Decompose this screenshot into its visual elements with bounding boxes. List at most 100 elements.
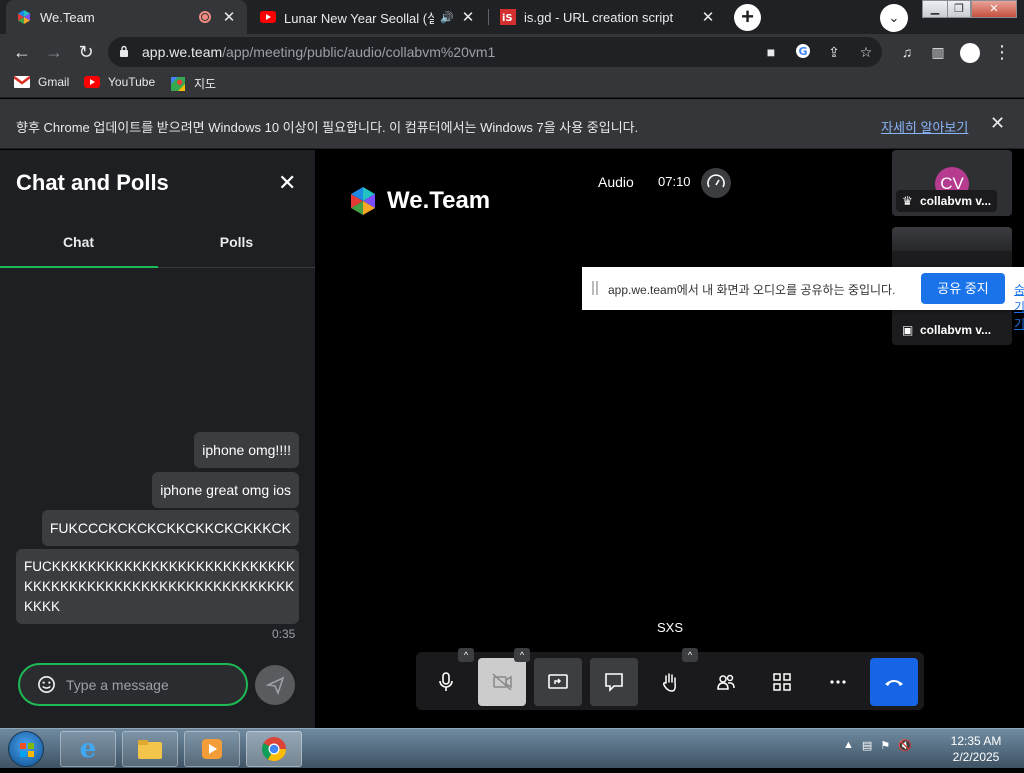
svg-text:G: G: [799, 45, 808, 58]
brand-name: We.Team: [387, 187, 491, 214]
tab-title: We.Team: [40, 9, 95, 25]
windows-taskbar: e ▲ ▤ ⚑ 🔇 12:35 AM 2/2/2025: [0, 728, 1024, 768]
bookmark-maps[interactable]: 지도: [170, 75, 216, 92]
camera-off-icon: [492, 673, 512, 691]
bookmark-label: YouTube: [108, 75, 156, 89]
close-tab-icon[interactable]: ✕: [460, 8, 476, 26]
meeting-timer: 07:10: [658, 174, 691, 189]
start-button[interactable]: [8, 731, 44, 767]
bookmark-star-icon[interactable]: ☆: [857, 43, 875, 61]
participants-button[interactable]: [702, 658, 750, 706]
weteam-logo-icon: [351, 187, 375, 215]
close-chat-icon[interactable]: ✕: [278, 170, 296, 196]
media-control-icon[interactable]: ♫: [893, 38, 921, 66]
share-screen-button[interactable]: [534, 658, 582, 706]
tab-weteam[interactable]: We.Team ✕: [6, 0, 247, 34]
microphone-icon: [439, 672, 453, 691]
grid-layout-icon: [773, 673, 791, 691]
volume-muted-icon[interactable]: 🔇: [898, 739, 912, 752]
address-bar[interactable]: app.we.team/app/meeting/public/audio/col…: [108, 37, 882, 67]
camera-options-chevron-icon[interactable]: ^: [514, 648, 530, 662]
chat-toggle-button[interactable]: [590, 658, 638, 706]
system-tray: ▲ ▤ ⚑ 🔇: [843, 739, 912, 752]
gmail-icon: [14, 76, 30, 88]
tab-search-button[interactable]: ⌄: [880, 4, 908, 32]
camera-button[interactable]: [478, 658, 526, 706]
drag-handle-icon[interactable]: [592, 281, 598, 295]
more-horizontal-icon: [830, 680, 846, 684]
screen-share-notification: app.we.team에서 내 화면과 오디오를 공유하는 중입니다. 공유 중…: [582, 267, 1024, 331]
emoji-icon[interactable]: [37, 675, 56, 694]
google-lens-icon[interactable]: G: [794, 43, 812, 61]
hide-link[interactable]: 숨기기: [1014, 281, 1024, 332]
url-path: /app/meeting/public/audio/collabvm%20vm1: [222, 44, 496, 60]
chat-panel: Chat and Polls ✕ Chat Polls iphone omg!!…: [0, 150, 315, 728]
reload-button[interactable]: ↻: [72, 38, 100, 66]
tab-lunar-new-year[interactable]: Lunar New Year Seollal (설날 🔊 ✕: [250, 0, 486, 34]
menu-kebab-icon[interactable]: ⋮: [988, 38, 1016, 66]
tab-separator: [488, 9, 489, 25]
screen-share-icon: ▣: [902, 323, 914, 337]
system-clock[interactable]: 12:35 AM 2/2/2025: [948, 733, 1004, 765]
message-composer: [18, 663, 248, 706]
internet-explorer-taskbar-button[interactable]: e: [60, 731, 116, 767]
stop-sharing-button[interactable]: 공유 중지: [921, 273, 1005, 304]
minimize-button[interactable]: ▁: [922, 0, 948, 18]
new-tab-button[interactable]: +: [734, 4, 761, 31]
close-tab-icon[interactable]: ✕: [221, 8, 237, 26]
svg-text:iS: iS: [502, 13, 513, 24]
explorer-taskbar-button[interactable]: [122, 731, 178, 767]
chrome-taskbar-button[interactable]: [246, 731, 302, 767]
chat-message-line: FUCKKKKKKKKKKKKKKKKKKKKKKKKKKK: [24, 559, 295, 574]
browser-toolbar: ← → ↻ app.we.team/app/meeting/public/aud…: [0, 34, 1024, 70]
clock-time: 12:35 AM: [950, 734, 1002, 748]
send-icon: [265, 676, 285, 696]
reactions-chevron-icon[interactable]: ^: [682, 648, 698, 662]
tab-title: Lunar New Year Seollal (설날: [284, 10, 435, 26]
share-screen-icon: [548, 674, 568, 689]
tray-expand-icon[interactable]: ▲: [843, 739, 854, 752]
bookmark-label: 지도: [194, 77, 217, 91]
mic-button[interactable]: [422, 658, 470, 706]
lock-icon: [120, 45, 128, 57]
media-player-taskbar-button[interactable]: [184, 731, 240, 767]
side-panel-icon[interactable]: ▥: [924, 38, 952, 66]
tab-isgd[interactable]: iS is.gd - URL creation script ✕: [490, 0, 726, 34]
more-options-button[interactable]: [814, 658, 862, 706]
chat-message-line: KKKK: [24, 599, 61, 614]
meeting-controls: ^ ^ ^: [416, 648, 924, 710]
learn-more-link[interactable]: 자세히 알아보기: [881, 117, 968, 136]
meeting-mode: Audio: [598, 174, 634, 190]
forward-button[interactable]: →: [40, 38, 68, 66]
share-icon[interactable]: ⇪: [825, 43, 843, 61]
back-button[interactable]: ←: [8, 38, 36, 66]
tab-polls[interactable]: Polls: [158, 234, 315, 250]
layout-button[interactable]: [758, 658, 806, 706]
bookmark-youtube[interactable]: YouTube: [84, 75, 155, 89]
camera-blocked-icon[interactable]: ■: [762, 43, 780, 61]
raise-hand-button[interactable]: [646, 658, 694, 706]
network-icon[interactable]: ▤: [862, 739, 872, 752]
bookmark-gmail[interactable]: Gmail: [14, 75, 69, 89]
close-window-button[interactable]: ✕: [971, 0, 1017, 18]
chrome-icon: [261, 737, 286, 762]
action-center-flag-icon[interactable]: ⚑: [880, 739, 890, 752]
maps-icon: [171, 76, 185, 91]
update-infobar: 향후 Chrome 업데이트를 받으려면 Windows 10 이상이 필요합니…: [0, 99, 1024, 149]
participant-tile[interactable]: CV ♛ collabvm v...: [892, 150, 1012, 216]
network-speed-button[interactable]: [701, 168, 731, 198]
participant-name: collabvm v...: [920, 194, 992, 208]
send-button[interactable]: [255, 665, 295, 705]
close-infobar-icon[interactable]: ✕: [990, 113, 1005, 134]
clock-date: 2/2/2025: [952, 750, 1000, 764]
close-tab-icon[interactable]: ✕: [700, 8, 716, 26]
tab-chat[interactable]: Chat: [0, 234, 157, 250]
maximize-button[interactable]: ❐: [947, 0, 971, 18]
tab-strip: We.Team ✕ Lunar New Year Seollal (설날 🔊 ✕…: [0, 0, 1024, 34]
end-call-button[interactable]: [870, 658, 918, 706]
tab-title: is.gd - URL creation script: [524, 9, 674, 25]
message-input[interactable]: [66, 674, 236, 696]
mic-options-chevron-icon[interactable]: ^: [458, 648, 474, 662]
meeting-stage: We.Team Audio 07:10 CV ♛ collabvm v... ▣…: [315, 150, 1024, 728]
profile-icon[interactable]: [956, 38, 984, 66]
